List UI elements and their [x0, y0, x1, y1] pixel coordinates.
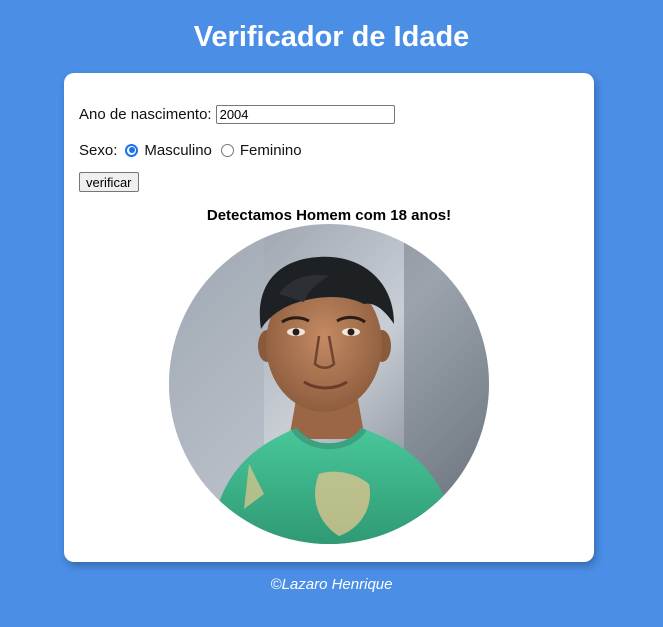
- sex-label: Sexo:: [79, 141, 118, 159]
- result-photo: [169, 224, 489, 544]
- radio-masculino-label[interactable]: Masculino: [144, 142, 212, 159]
- form-card: Ano de nascimento: Sexo: Masculino Femin…: [64, 73, 594, 562]
- radio-feminino-label[interactable]: Feminino: [240, 142, 302, 159]
- page: Verificador de Idade Ano de nascimento: …: [0, 0, 663, 627]
- sex-row: Sexo: Masculino Feminino: [79, 139, 302, 161]
- radio-feminino[interactable]: [220, 143, 234, 157]
- birth-year-row: Ano de nascimento:: [79, 103, 395, 125]
- birth-year-label: Ano de nascimento:: [79, 105, 212, 123]
- result-text: Detectamos Homem com 18 anos!: [206, 207, 452, 224]
- person-photo-icon: [169, 224, 489, 544]
- birth-year-input[interactable]: [215, 104, 395, 124]
- footer-credit: ©Lazaro Henrique: [270, 576, 393, 593]
- radio-masculino[interactable]: [125, 143, 139, 157]
- page-title: Verificador de Idade: [193, 21, 470, 53]
- verify-button[interactable]: verificar: [79, 172, 139, 192]
